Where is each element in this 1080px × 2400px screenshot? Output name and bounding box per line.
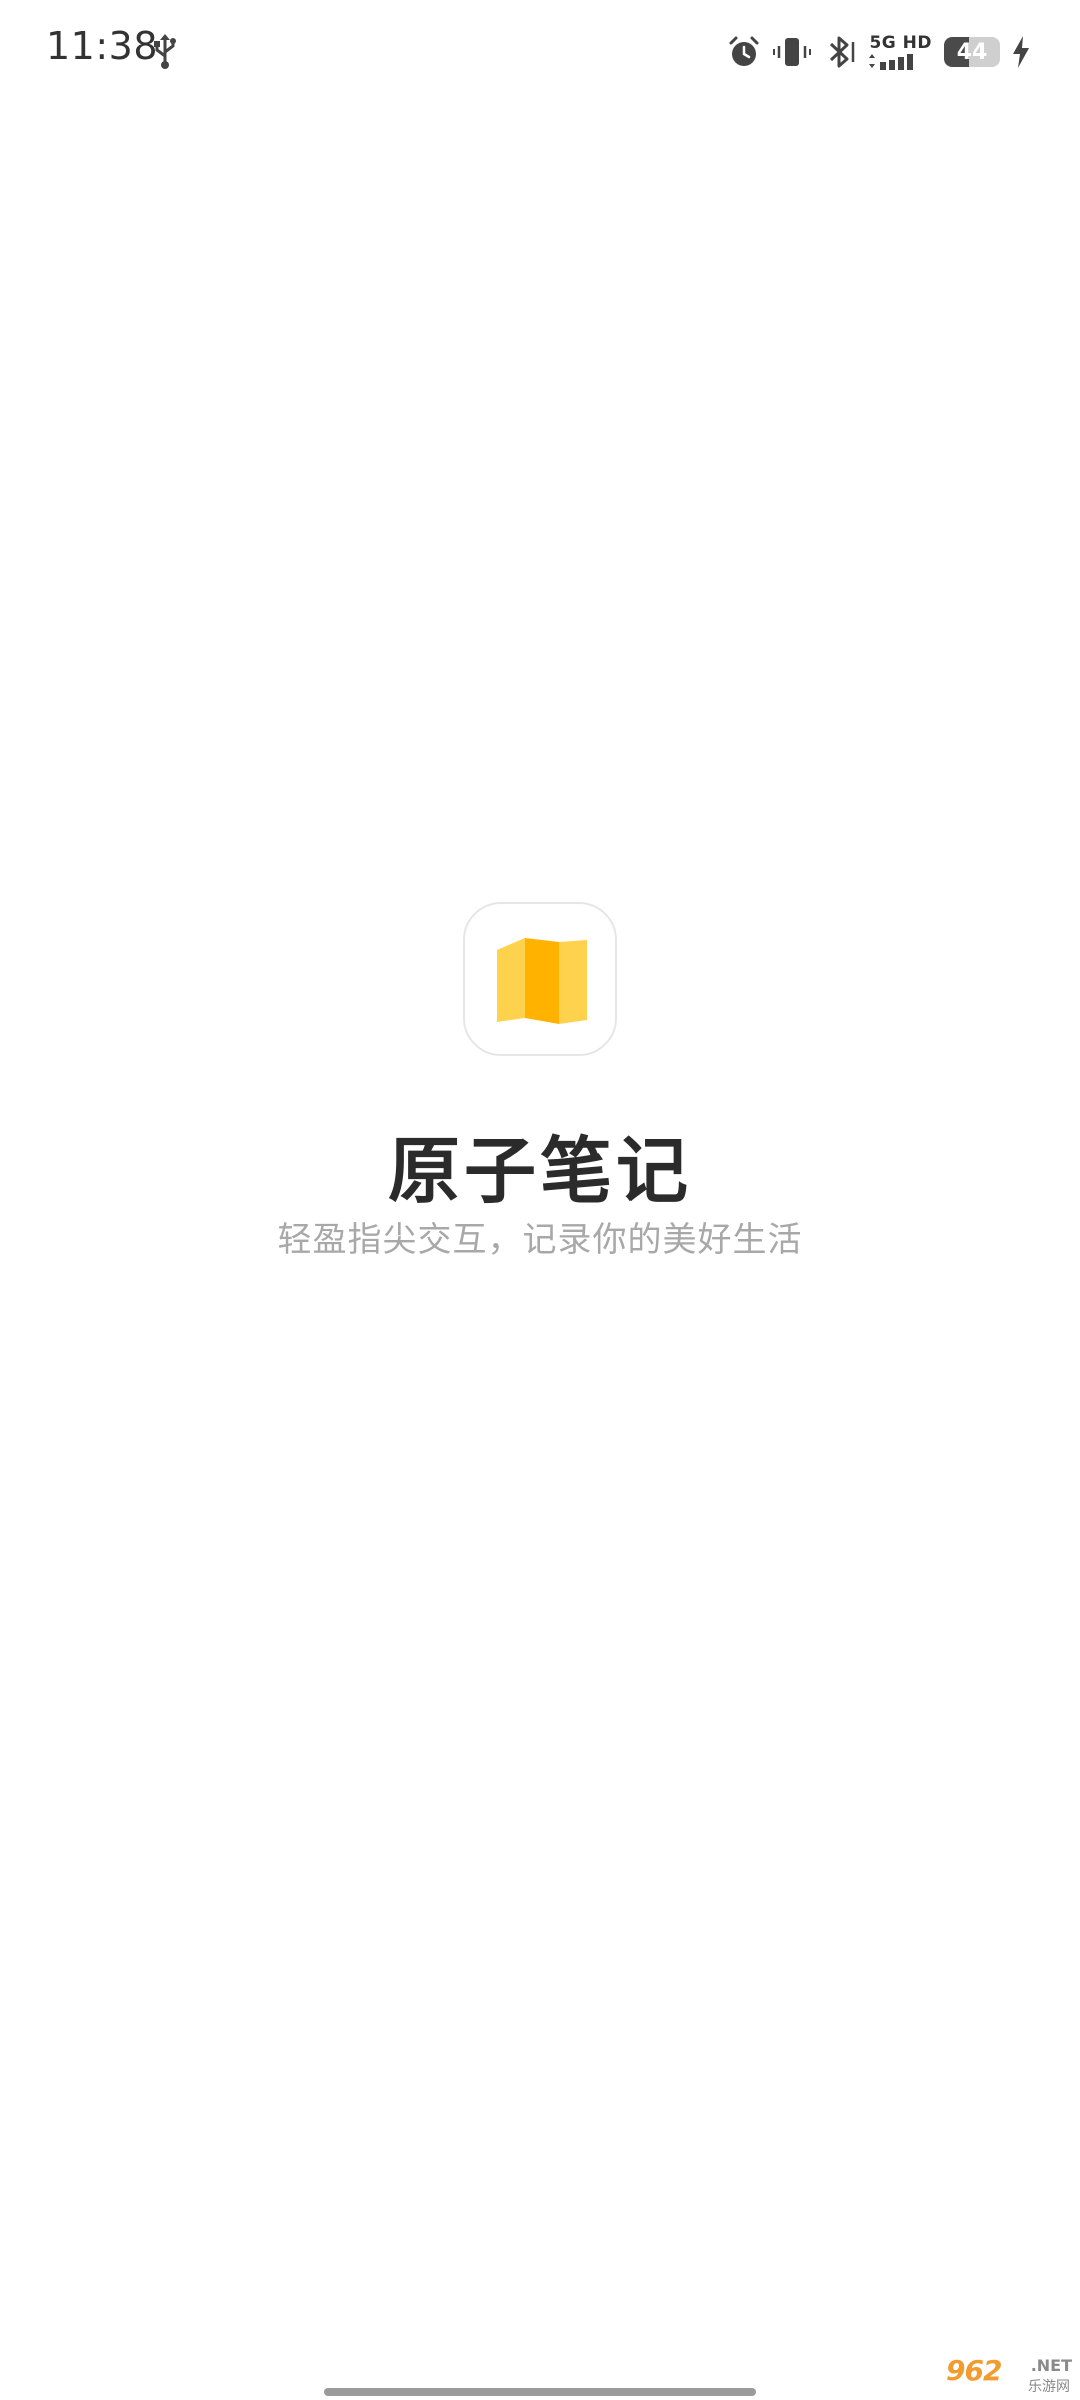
vibrate-icon <box>773 35 812 69</box>
app-title: 原子笔记 <box>387 1129 692 1213</box>
app-logo <box>463 902 617 1056</box>
battery-icon: 44 <box>944 37 1000 67</box>
home-indicator[interactable] <box>324 2388 756 2396</box>
n-note-logo-icon <box>497 938 587 1024</box>
usb-icon <box>150 34 180 70</box>
watermark-suffix: .NET <box>1030 2356 1072 2375</box>
watermark-sub: 乐游网 <box>1028 2379 1070 2395</box>
status-bar: 11:38 5G HD 44 <box>0 0 1080 100</box>
bluetooth-icon <box>823 34 857 70</box>
network-type: 5G <box>869 32 897 53</box>
charging-bolt-icon <box>1012 36 1030 68</box>
app-tagline: 轻盈指尖交互，记录你的美好生活 <box>277 1220 803 1260</box>
network-quality: HD <box>902 32 932 53</box>
status-time: 11:38 <box>46 24 159 68</box>
battery-level: 44 <box>956 39 988 65</box>
watermark: 962 .NET 乐游网 <box>940 2354 1074 2396</box>
signal-icon: 5G HD <box>869 32 932 70</box>
status-icons: 5G HD 44 <box>727 30 1030 74</box>
alarm-icon <box>727 35 761 69</box>
watermark-main: 962 <box>946 2354 1002 2387</box>
